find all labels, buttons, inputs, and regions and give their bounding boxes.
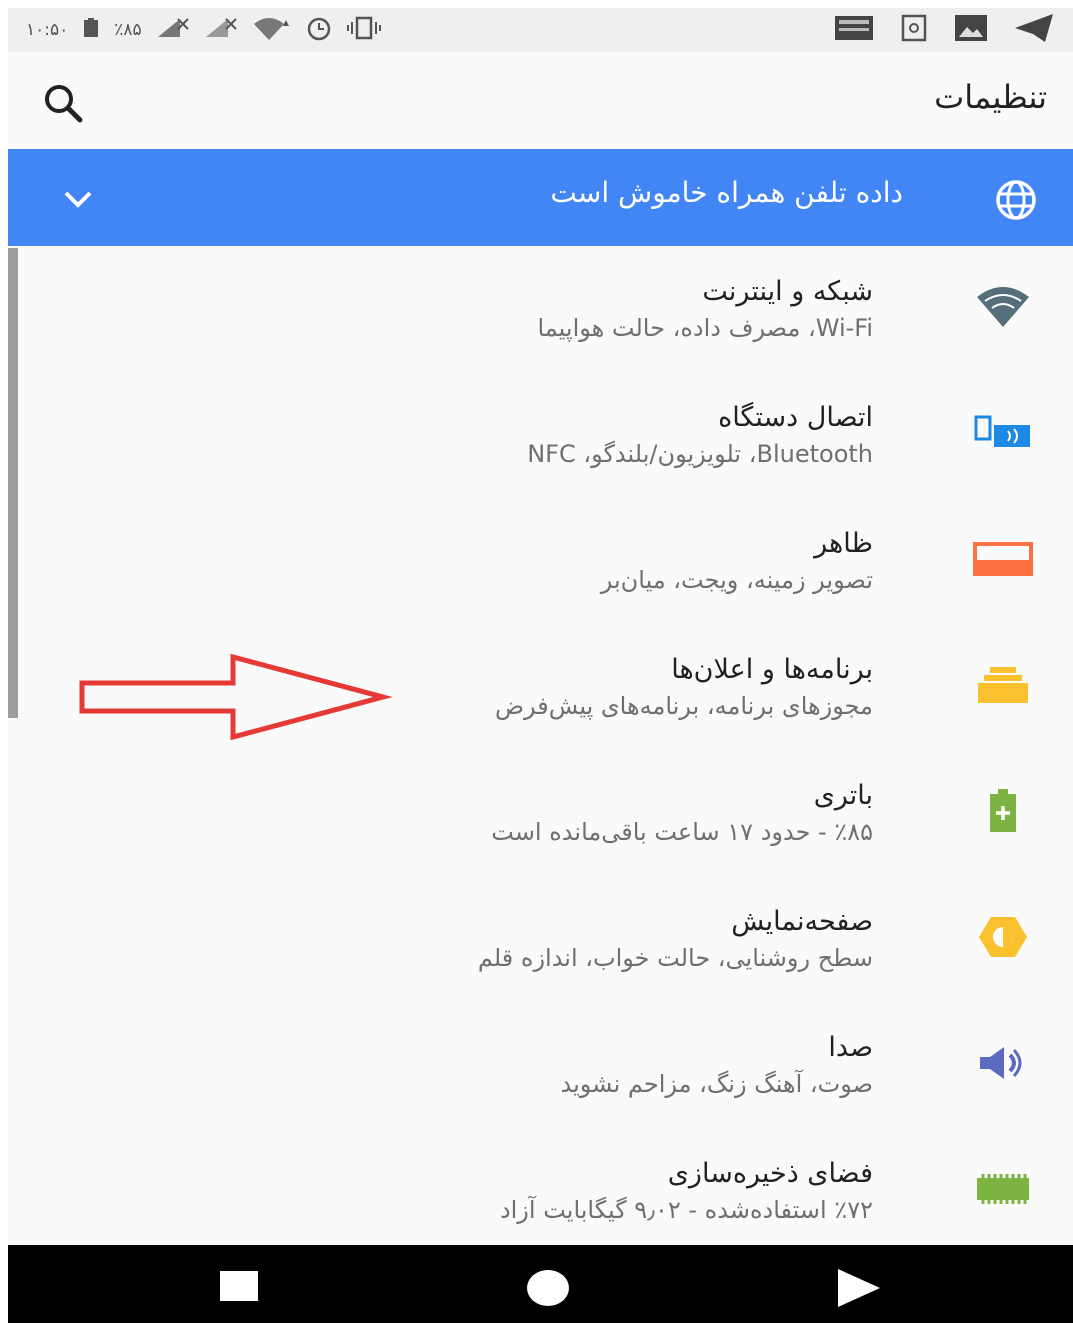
home-button[interactable] bbox=[525, 1265, 575, 1311]
settings-item-title: باتری bbox=[813, 780, 873, 811]
settings-item-subtitle: ٪۷۲ استفاده‌شده - ۹٫۰۲ گیگابایت آزاد bbox=[499, 1196, 873, 1224]
battery-percent: ٪۸۵ bbox=[114, 20, 142, 40]
signal-1-icon bbox=[156, 17, 190, 44]
notification-image-icon bbox=[955, 15, 987, 45]
settings-item-title: اتصال دستگاه bbox=[718, 402, 873, 433]
settings-item-title: شبکه و اینترنت bbox=[702, 276, 873, 307]
storage-icon bbox=[973, 1166, 1033, 1212]
status-bar-right bbox=[835, 8, 1055, 52]
wifi-icon bbox=[973, 284, 1033, 330]
clock: ۱۰:۵۰ bbox=[26, 20, 69, 40]
phone-screen: ۱۰:۵۰ ٪۸۵ تنظیمات داده تلفن همراه خاموش … bbox=[8, 8, 1073, 1323]
volume-icon bbox=[973, 1040, 1033, 1086]
banner-text: داده تلفن همراه خاموش است bbox=[550, 176, 903, 209]
wifi-status-icon bbox=[252, 16, 292, 45]
back-button[interactable] bbox=[836, 1265, 886, 1311]
settings-item-storage[interactable]: فضای ذخیره‌سازی ٪۷۲ استفاده‌شده - ۹٫۰۲ گ… bbox=[8, 1130, 1073, 1256]
brightness-icon bbox=[973, 914, 1033, 960]
settings-item-display[interactable]: صفحه‌نمایش سطح روشنایی، حالت خواب، انداز… bbox=[8, 878, 1073, 1004]
signal-2-icon bbox=[204, 17, 238, 44]
settings-item-title: ظاهر bbox=[814, 528, 873, 559]
mobile-data-banner[interactable]: داده تلفن همراه خاموش است bbox=[8, 149, 1073, 246]
notification-app-icon bbox=[835, 16, 873, 44]
apps-icon bbox=[973, 662, 1033, 708]
settings-item-title: صفحه‌نمایش bbox=[731, 906, 873, 937]
settings-item-subtitle: صوت، آهنگ زنگ، مزاحم نشوید bbox=[560, 1070, 873, 1098]
search-button[interactable] bbox=[42, 82, 86, 126]
app-bar: تنظیمات bbox=[8, 52, 1073, 148]
settings-item-title: صدا bbox=[828, 1032, 873, 1063]
device-connection-icon bbox=[973, 410, 1033, 456]
recents-button[interactable] bbox=[218, 1265, 268, 1311]
page-title: تنظیمات bbox=[934, 78, 1047, 116]
status-bar: ۱۰:۵۰ ٪۸۵ bbox=[8, 8, 1073, 52]
home-icon bbox=[527, 1270, 569, 1306]
battery-status-icon bbox=[82, 17, 100, 43]
settings-item-subtitle: Wi-Fi، مصرف داده، حالت هواپیما bbox=[537, 314, 873, 342]
settings-item-subtitle: سطح روشنایی، حالت خواب، اندازه قلم bbox=[477, 944, 873, 972]
settings-item-network[interactable]: شبکه و اینترنت Wi-Fi، مصرف داده، حالت هو… bbox=[8, 248, 1073, 374]
display-appearance-icon bbox=[973, 536, 1033, 582]
notification-telegram-icon bbox=[1015, 14, 1055, 46]
settings-item-subtitle: ٪۸۵ - حدود ۱۷ ساعت باقی‌مانده است bbox=[491, 818, 873, 846]
back-icon bbox=[838, 1269, 880, 1307]
settings-item-subtitle: مجوزهای برنامه، برنامه‌های پیش‌فرض bbox=[495, 692, 873, 720]
annotation-arrow-icon bbox=[78, 653, 398, 743]
navigation-bar bbox=[8, 1245, 1073, 1323]
settings-item-appearance[interactable]: ظاهر تصویر زمینه، ویجت، میان‌بر bbox=[8, 500, 1073, 626]
settings-item-title: فضای ذخیره‌سازی bbox=[667, 1158, 873, 1189]
recents-icon bbox=[220, 1271, 258, 1301]
vibrate-icon bbox=[346, 16, 382, 45]
battery-icon bbox=[973, 788, 1033, 834]
settings-item-battery[interactable]: باتری ٪۸۵ - حدود ۱۷ ساعت باقی‌مانده است bbox=[8, 752, 1073, 878]
settings-item-subtitle: تصویر زمینه، ویجت، میان‌بر bbox=[600, 566, 873, 594]
settings-item-sound[interactable]: صدا صوت، آهنگ زنگ، مزاحم نشوید bbox=[8, 1004, 1073, 1130]
notification-clipboard-icon bbox=[901, 14, 927, 46]
settings-item-title: برنامه‌ها و اعلان‌ها bbox=[671, 654, 873, 685]
search-icon bbox=[45, 85, 83, 123]
settings-item-subtitle: Bluetooth، تلویزیون/بلندگو، NFC bbox=[527, 440, 873, 468]
chevron-down-icon[interactable] bbox=[60, 183, 96, 213]
status-bar-left: ۱۰:۵۰ ٪۸۵ bbox=[26, 8, 382, 52]
globe-icon bbox=[993, 177, 1039, 223]
alarm-icon bbox=[306, 15, 332, 46]
settings-item-device-connection[interactable]: اتصال دستگاه Bluetooth، تلویزیون/بلندگو،… bbox=[8, 374, 1073, 500]
